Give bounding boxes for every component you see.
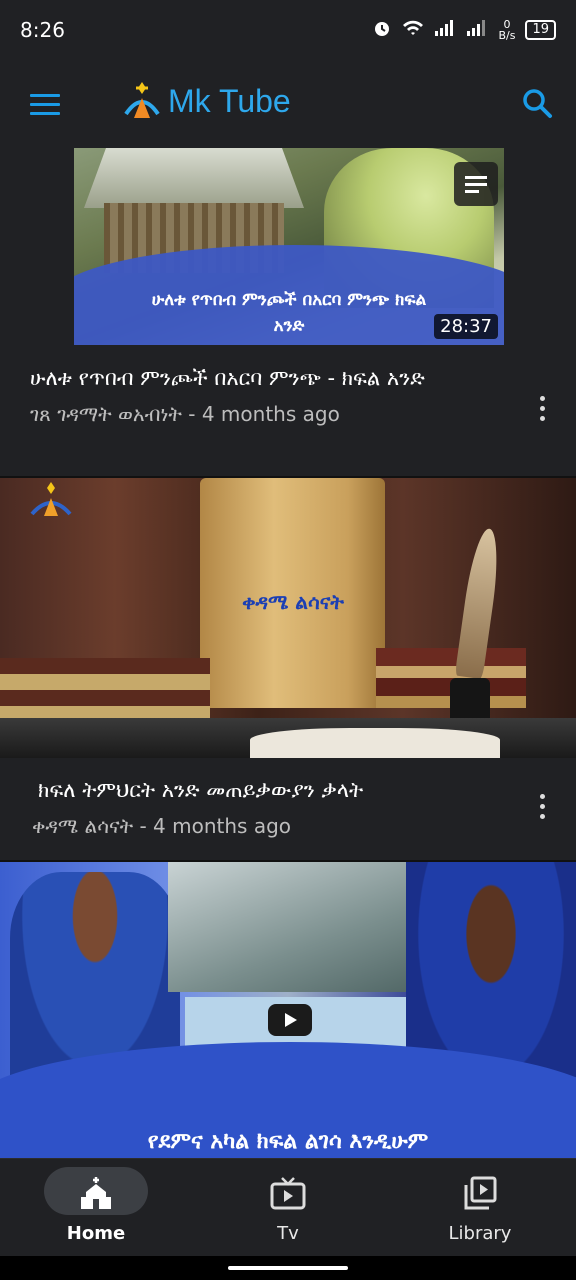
more-vert-icon [539, 396, 545, 401]
thumbnail-caption: ቀዳሜ ልሳናት [242, 590, 344, 614]
video-feed[interactable]: ሁለቱ የጥበብ ምንጮች በአርባ ምንጭ ክፍል አንድ 28:37 ሁለቱ… [0, 148, 576, 1158]
more-vert-icon [539, 416, 545, 421]
library-icon [464, 1176, 497, 1210]
hamburger-icon-bar [30, 112, 60, 115]
signal-icon [434, 19, 456, 41]
signal-icon-2 [466, 19, 488, 41]
thumbnail-scene [168, 862, 428, 992]
more-vert-icon [539, 794, 545, 799]
video-thumbnail[interactable]: የደምና አካል ክፍል ልገሳ እንዲሁም [0, 862, 576, 1158]
separator: - [139, 814, 154, 838]
video-age: 4 months ago [153, 814, 292, 838]
video-info[interactable]: ክፍለ ትምህርት አንድ መጠይቃውያን ቃላት ቀዳሜ ልሳናት - 4 m… [32, 776, 518, 838]
hamburger-icon-bar [30, 103, 60, 106]
nav-home[interactable]: Home [0, 1159, 192, 1257]
more-vert-icon [539, 814, 545, 819]
net-speed-unit: B/s [498, 29, 516, 42]
app-title: Mk Tube [168, 82, 291, 119]
tv-icon [270, 1177, 306, 1210]
thumbnail-scene [84, 148, 304, 208]
battery-icon: 19 [525, 20, 556, 40]
gesture-handle [228, 1266, 348, 1270]
nav-library[interactable]: Library [384, 1159, 576, 1257]
status-icons: 0 B/s 19 [372, 18, 556, 42]
more-vert-icon [539, 406, 545, 411]
more-vert-icon [539, 804, 545, 809]
video-duration: 28:37 [434, 314, 498, 339]
more-options-button[interactable] [536, 794, 548, 824]
hamburger-icon-bar [30, 94, 60, 97]
status-bar: 8:26 0 B/s 19 [0, 0, 576, 60]
thumbnail-scene [250, 728, 500, 758]
bottom-navigation: Home Tv Library [0, 1158, 576, 1257]
playlist-icon [454, 162, 498, 206]
video-title: ሁለቱ የጥበብ ምንጮች በአርባ ምንጭ - ክፍል አንድ [30, 366, 425, 390]
separator: - [188, 402, 202, 426]
search-button[interactable] [520, 86, 554, 120]
video-title: ክፍለ ትምህርት አንድ መጠይቃውያን ቃላት [38, 778, 364, 802]
video-channel: ቀዳሜ ልሳናት [32, 814, 134, 838]
app-bar: Mk Tube [0, 60, 576, 148]
nav-tv-label: Tv [277, 1223, 299, 1244]
video-channel: ገጸ ገዳማት ወአብነት [30, 402, 182, 426]
nav-tv[interactable]: Tv [192, 1159, 384, 1257]
search-icon [523, 89, 552, 118]
status-time: 8:26 [20, 18, 65, 42]
church-icon [81, 1177, 111, 1209]
video-thumbnail[interactable]: ቀዳሜ ልሳናት [0, 478, 576, 758]
wifi-icon [402, 19, 424, 41]
video-thumbnail[interactable]: ሁለቱ የጥበብ ምንጮች በአርባ ምንጭ ክፍል አንድ 28:37 [74, 148, 504, 345]
alarm-icon [372, 18, 392, 42]
nav-library-label: Library [448, 1223, 512, 1244]
nav-home-label: Home [66, 1223, 126, 1244]
video-subtitle: ቀዳሜ ልሳናት - 4 months ago [32, 814, 518, 838]
channel-logo-icon [30, 482, 72, 516]
gesture-bar[interactable] [0, 1256, 576, 1280]
video-age: 4 months ago [201, 402, 340, 426]
video-info[interactable]: ሁለቱ የጥበብ ምንጮች በአርባ ምንጭ - ክፍል አንድ ገጸ ገዳማት… [30, 364, 510, 426]
net-speed: 0 B/s [498, 19, 515, 41]
app-logo-icon [124, 82, 160, 118]
menu-button[interactable] [30, 94, 60, 116]
play-icon [268, 1004, 312, 1036]
more-options-button[interactable] [536, 396, 548, 426]
thumbnail-caption: የደምና አካል ክፍል ልገሳ እንዲሁም [147, 1129, 429, 1154]
video-subtitle: ገጸ ገዳማት ወአብነት - 4 months ago [30, 402, 510, 426]
brand: Mk Tube [122, 80, 291, 122]
